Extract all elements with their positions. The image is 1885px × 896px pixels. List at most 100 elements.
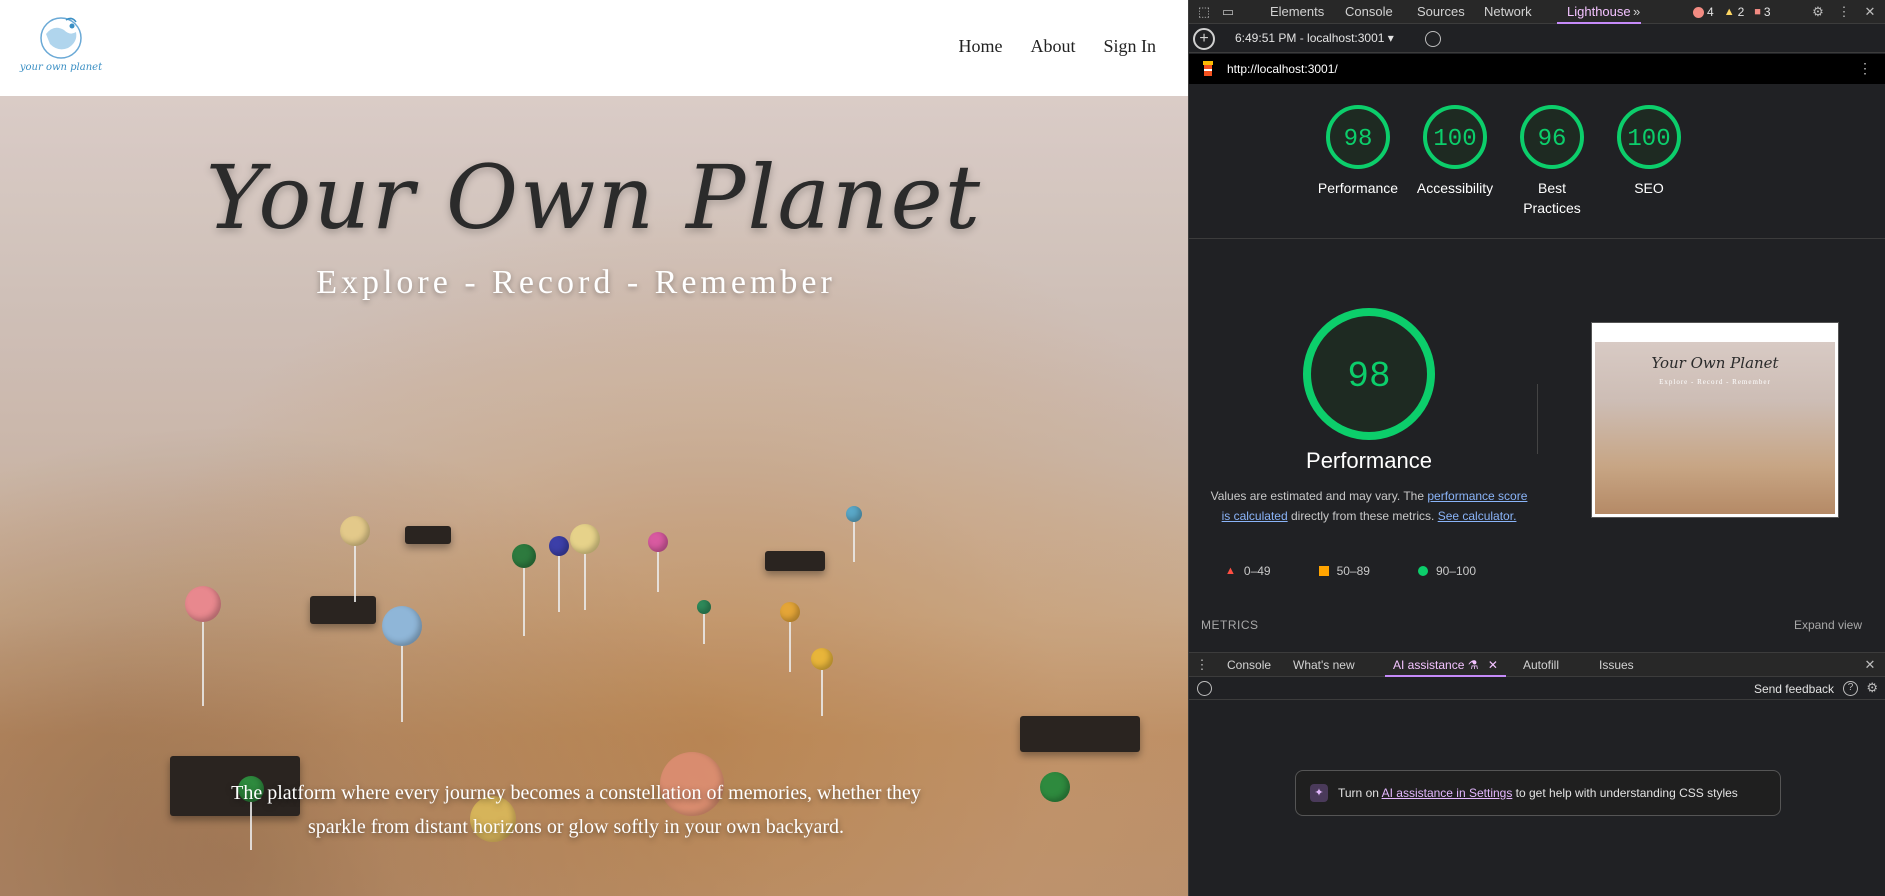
new-report-button[interactable]: + — [1193, 28, 1215, 50]
average-square-icon — [1318, 566, 1329, 576]
report-menu-icon[interactable]: ⋮ — [1858, 60, 1872, 77]
drawer-tab-ai-assistance[interactable]: AI assistance ⚗ ✕ — [1385, 653, 1506, 677]
website-viewport: your own planet Home About Sign In Your … — [0, 0, 1188, 896]
message-badge[interactable]: ■ 3 — [1754, 5, 1770, 19]
drawer-tab-whats-new[interactable]: What's new — [1293, 653, 1355, 677]
legend-pass: 90–100 — [1417, 564, 1476, 578]
thumbnail-subtitle: Explore - Record - Remember — [1659, 378, 1771, 386]
report-url[interactable]: http://localhost:3001/ — [1227, 62, 1338, 76]
nav-home-link[interactable]: Home — [958, 36, 1002, 57]
svg-text:98: 98 — [1347, 356, 1390, 397]
inspect-element-icon[interactable]: ⬚ — [1195, 3, 1213, 21]
help-icon[interactable]: ? — [1843, 681, 1858, 696]
warning-badge[interactable]: ▲ 2 — [1724, 5, 1745, 19]
lighthouse-report: 98 Performance 100 Accessibility 96 Best… — [1189, 84, 1885, 652]
fail-triangle-icon: ▲ — [1225, 565, 1236, 577]
tab-sources[interactable]: Sources — [1417, 0, 1465, 24]
see-calculator-link[interactable]: See calculator. — [1438, 509, 1517, 523]
ai-assistance-icon: ✦ — [1310, 784, 1328, 802]
clear-chat-icon[interactable] — [1197, 681, 1212, 696]
thumbnail-title: Your Own Planet — [1651, 354, 1779, 372]
close-tab-icon[interactable]: ✕ — [1488, 658, 1498, 672]
score-gauge-accessibility[interactable]: 100 Accessibility — [1407, 104, 1503, 198]
error-icon — [1693, 6, 1704, 18]
pass-circle-icon — [1417, 566, 1428, 576]
gauge-label: Best Practices — [1523, 180, 1581, 216]
metrics-header: METRICS Expand view — [1189, 618, 1885, 636]
score-gauge-best-practices[interactable]: 96 Best Practices — [1504, 104, 1600, 218]
tab-network[interactable]: Network — [1484, 0, 1532, 24]
svg-text:96: 96 — [1538, 126, 1567, 153]
expand-view-button[interactable]: Expand view — [1794, 618, 1862, 632]
performance-gauge-large: 98 — [1289, 294, 1449, 459]
hero-subtitle: Explore - Record - Remember — [316, 264, 836, 301]
tab-lighthouse[interactable]: Lighthouse — [1557, 0, 1641, 24]
gauge-ring: 96 — [1520, 105, 1584, 169]
nav-about-link[interactable]: About — [1030, 36, 1075, 57]
gauge-ring: 100 — [1423, 105, 1487, 169]
score-gauge-performance[interactable]: 98 Performance — [1310, 104, 1406, 198]
thumbnail-divider — [1537, 384, 1538, 454]
drawer-tab-autofill[interactable]: Autofill — [1523, 653, 1559, 677]
score-legend: ▲ 0–49 50–89 90–100 — [1225, 564, 1525, 578]
report-selector[interactable]: 6:49:51 PM - localhost:3001 ▾ — [1235, 31, 1394, 45]
ai-settings-link[interactable]: AI assistance in Settings — [1382, 786, 1513, 800]
final-screenshot-thumbnail[interactable]: Your Own Planet Explore - Record - Remem… — [1591, 322, 1839, 518]
report-urlbar: http://localhost:3001/ ⋮ — [1189, 54, 1885, 84]
hero-title: Your Own Planet — [205, 146, 983, 249]
gauge-ring: 98 — [1326, 105, 1390, 169]
thumbnail-image: Your Own Planet Explore - Record - Remem… — [1595, 326, 1835, 514]
site-nav: Home About Sign In — [958, 36, 1156, 57]
gauge-label: SEO — [1634, 180, 1664, 196]
legend-average: 50–89 — [1318, 564, 1370, 578]
send-feedback-button[interactable]: Send feedback — [1754, 682, 1834, 696]
metrics-label: METRICS — [1201, 618, 1259, 632]
svg-text:100: 100 — [1627, 126, 1670, 153]
gauge-label: Performance — [1317, 180, 1399, 196]
devtools-tabbar: ⬚ ▭ Elements Console Sources Network Lig… — [1189, 0, 1885, 24]
wooden-block — [310, 596, 376, 624]
score-gauge-seo[interactable]: 100 SEO — [1601, 104, 1697, 198]
wooden-block — [1020, 716, 1140, 752]
clear-reports-icon[interactable] — [1425, 31, 1441, 47]
section-divider — [1189, 238, 1885, 239]
experiment-flask-icon: ⚗ — [1467, 658, 1479, 672]
warning-icon: ▲ — [1723, 6, 1735, 18]
wooden-block — [405, 526, 451, 544]
issue-badges[interactable]: 4 ▲ 2 ■ 3 — [1693, 0, 1771, 24]
performance-ring: 98 — [1303, 308, 1435, 440]
legend-fail: ▲ 0–49 — [1225, 564, 1271, 578]
performance-note: Values are estimated and may vary. The p… — [1210, 489, 1528, 523]
site-logo[interactable]: your own planet — [14, 14, 108, 78]
message-icon: ■ — [1754, 6, 1761, 18]
device-toolbar-icon[interactable]: ▭ — [1219, 3, 1237, 21]
settings-gear-icon[interactable]: ⚙ — [1809, 3, 1827, 21]
lighthouse-toolbar: + 6:49:51 PM - localhost:3001 ▾ — [1189, 25, 1885, 53]
gauge-ring: 100 — [1617, 105, 1681, 169]
drawer-toolbar: Send feedback ? ⚙ — [1189, 678, 1885, 700]
gauge-label: Accessibility — [1416, 180, 1494, 196]
drawer-menu-icon[interactable]: ⋮ — [1193, 656, 1211, 674]
svg-text:100: 100 — [1433, 126, 1476, 153]
error-badge[interactable]: 4 — [1693, 5, 1714, 19]
nav-signin-link[interactable]: Sign In — [1103, 36, 1156, 57]
kebab-menu-icon[interactable]: ⋮ — [1835, 3, 1853, 21]
globe-logo-icon — [40, 17, 82, 59]
ai-assistance-banner: ✦ Turn on AI assistance in Settings to g… — [1295, 770, 1781, 816]
site-header: your own planet Home About Sign In — [0, 0, 1188, 96]
more-tabs-icon[interactable]: » — [1633, 0, 1640, 24]
tab-elements[interactable]: Elements — [1270, 0, 1324, 24]
logo-text: your own planet — [19, 62, 103, 73]
ai-settings-gear-icon[interactable]: ⚙ — [1866, 680, 1878, 696]
drawer-tab-issues[interactable]: Issues — [1599, 653, 1634, 677]
wooden-block — [765, 551, 825, 571]
performance-heading: Performance — [1306, 448, 1432, 473]
dropdown-arrow-icon: ▾ — [1387, 31, 1394, 45]
drawer-tabbar: ⋮ Console What's new AI assistance ⚗ ✕ A… — [1189, 653, 1885, 677]
close-drawer-icon[interactable]: ✕ — [1861, 656, 1879, 674]
tab-console[interactable]: Console — [1345, 0, 1393, 24]
close-devtools-icon[interactable]: ✕ — [1861, 3, 1879, 21]
hero-description: The platform where every journey becomes… — [231, 782, 921, 838]
drawer-tab-console[interactable]: Console — [1227, 653, 1271, 677]
hero-section: Your Own Planet Explore - Record - Remem… — [0, 96, 1188, 896]
